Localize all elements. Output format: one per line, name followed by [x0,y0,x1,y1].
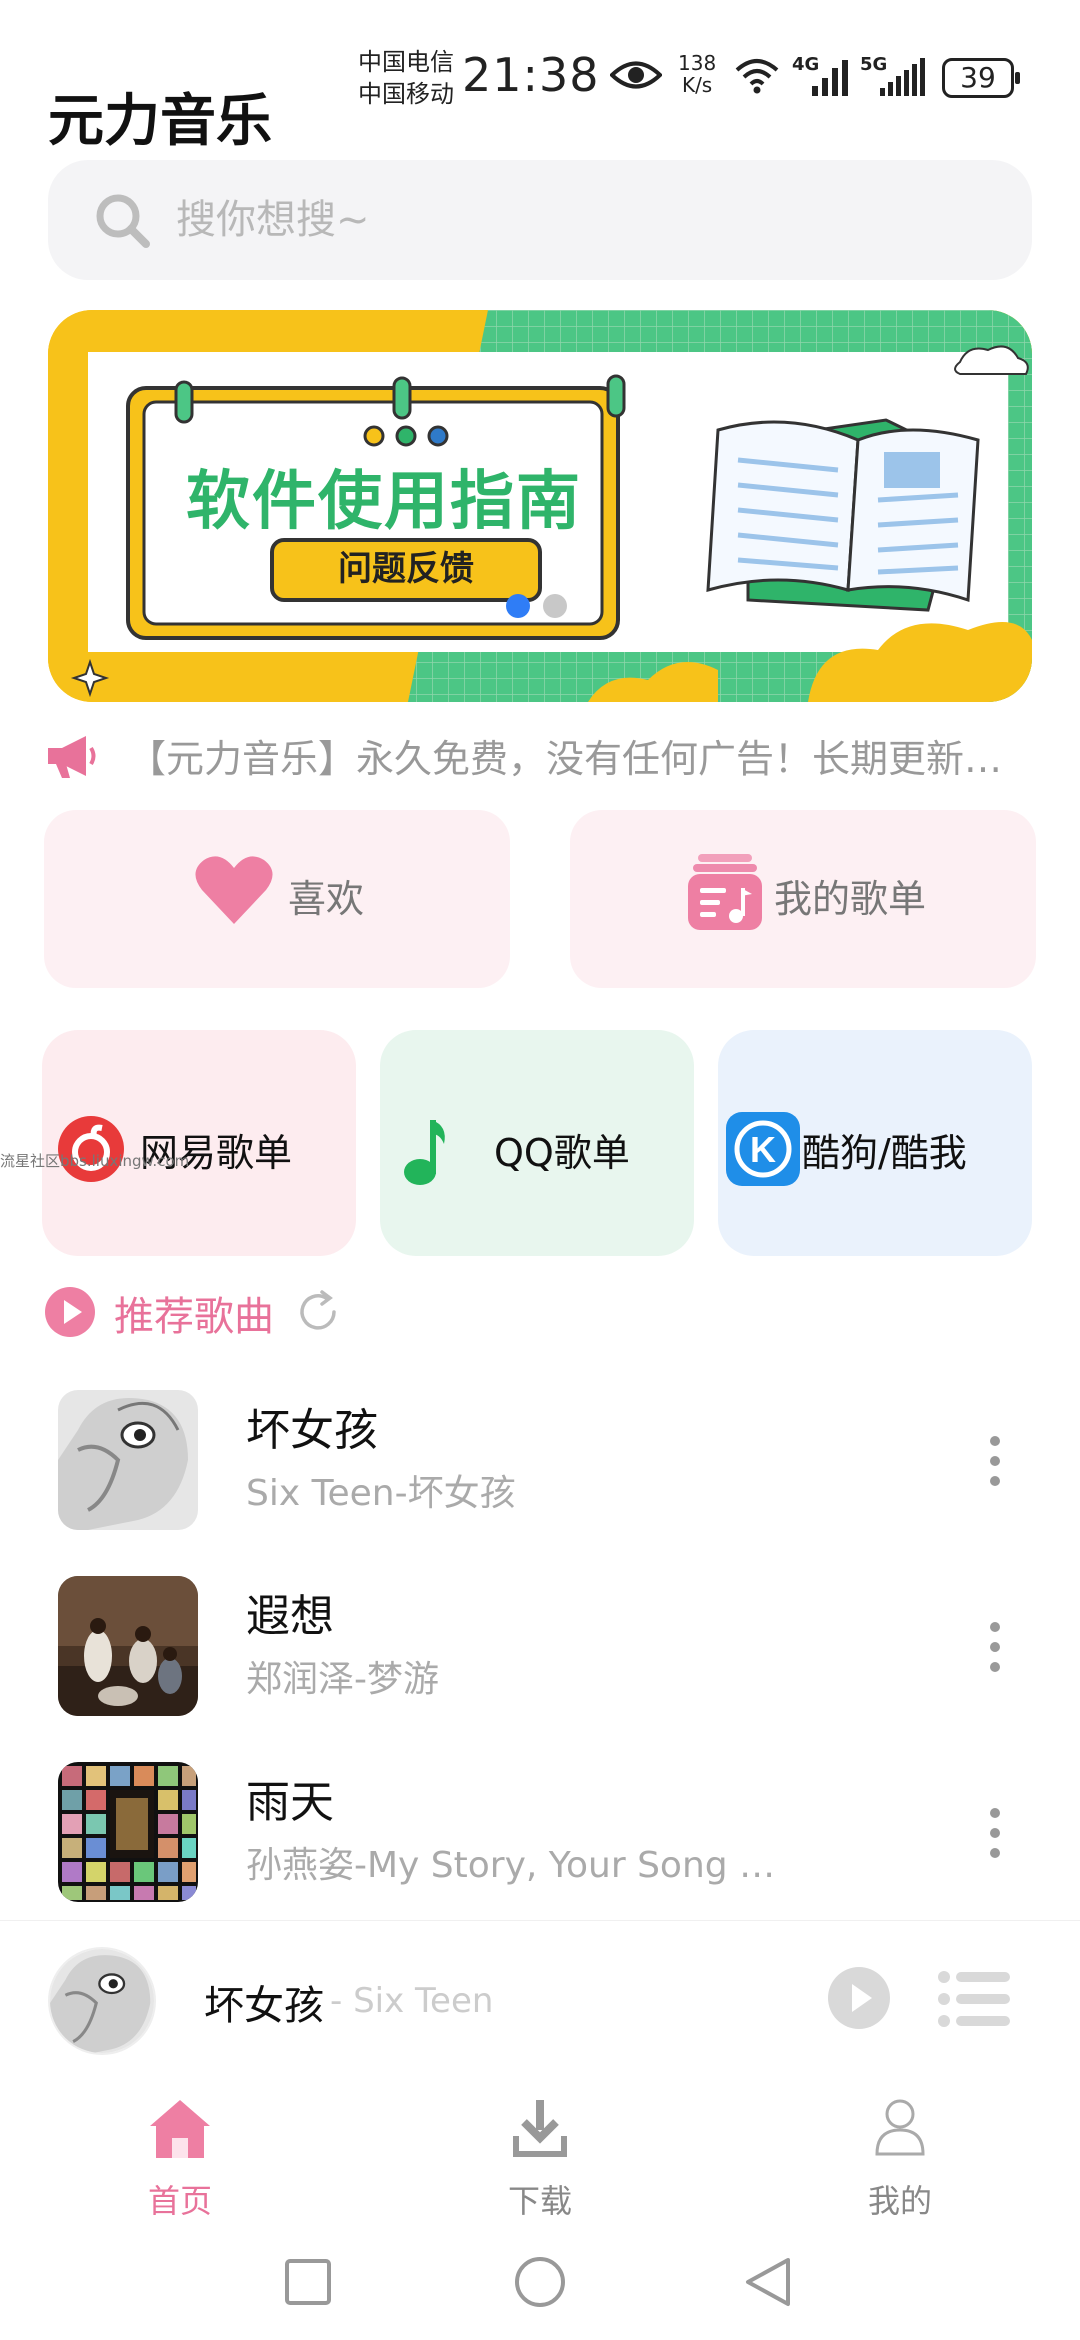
kugou-playlist-card[interactable]: K 酷狗/酷我 [718,1030,1032,1256]
signal-5g-icon: 5G [860,54,930,98]
tab-home[interactable]: 首页 [80,2080,280,2230]
user-icon [875,2099,925,2156]
network-speed: 138 K/s [678,51,717,97]
bottom-tab-bar: 首页 下载 我的 [0,2080,1080,2230]
more-options-icon[interactable] [980,1802,1010,1872]
signal-4g-icon: 4G [792,54,852,98]
song-cover [58,1762,198,1902]
qq-label: QQ歌单 [494,1131,630,1175]
favorites-label: 喜欢 [288,877,365,921]
battery-indicator: 39 [942,58,1020,98]
carrier-labels: 中国电信 中国移动 [358,46,454,110]
my-playlist-card[interactable]: 我的歌单 [570,810,1036,988]
notice-text: 【元力音乐】永久免费，没有任何广告！长期更新维护 [128,737,1034,781]
song-list-item[interactable]: 坏女孩 Six Teen-坏女孩 [0,1390,1080,1540]
banner-pagination [506,594,575,622]
pagination-dot-active [506,594,530,618]
recent-apps-icon[interactable] [284,2258,332,2306]
kugou-logo-icon: K [726,1112,800,1186]
netease-playlist-card[interactable]: 网易歌单 流星社区bbs.liuxingw.com [0,1030,356,1256]
refresh-icon[interactable] [296,1290,340,1334]
notice-bar[interactable]: 【元力音乐】永久免费，没有任何广告！长期更新维护 [44,728,1034,784]
banner-title: 软件使用指南 [186,465,582,539]
now-playing-artist: - Six Teen [330,1981,494,2021]
search-input[interactable] [176,184,996,256]
now-playing-cover [48,1947,156,2055]
song-cover [58,1576,198,1716]
system-navigation-bar [0,2240,1080,2340]
home-icon [150,2100,210,2158]
kugou-label: 酷狗/酷我 [802,1131,967,1175]
song-cover [58,1390,198,1530]
more-options-icon[interactable] [980,1616,1010,1686]
song-title: 坏女孩 [246,1405,378,1456]
play-circle-icon [45,1287,95,1337]
eye-icon [610,61,662,89]
banner-carousel[interactable]: 软件使用指南 问题反馈 [48,310,1032,702]
more-options-icon[interactable] [980,1430,1010,1500]
song-subtitle: 郑润泽-梦游 [246,1659,439,1700]
download-icon [513,2100,567,2157]
tab-profile[interactable]: 我的 [800,2080,1000,2230]
search-bar[interactable] [48,160,1032,280]
play-button[interactable] [826,1965,892,2031]
search-icon [96,194,150,248]
song-list-item[interactable]: 遐想 郑润泽-梦游 [0,1576,1080,1726]
song-list-item[interactable]: 雨天 孙燕姿-My Story, Your Song 经典全纪录 [0,1762,1080,1912]
favorites-card[interactable]: 喜欢 [44,810,510,988]
recommend-title: 推荐歌曲 [114,1294,274,1340]
megaphone-icon [48,736,96,778]
my-playlist-label: 我的歌单 [774,877,927,921]
qq-playlist-card[interactable]: QQ歌单 [380,1030,694,1256]
pagination-dot [543,594,568,618]
status-time: 21:38 [462,48,600,102]
home-nav-icon[interactable] [514,2256,566,2308]
playlist-icon [688,854,762,930]
song-subtitle: Six Teen-坏女孩 [246,1473,516,1514]
heart-icon [195,856,273,924]
recommend-header: 推荐歌曲 [44,1282,444,1342]
song-title: 雨天 [246,1777,334,1828]
wifi-icon [735,59,779,94]
netease-logo-icon [58,1116,124,1182]
watermark: 流星社区bbs.liuxingw.com [0,1152,190,1170]
qq-music-note-icon [404,1120,445,1185]
mini-player[interactable]: 坏女孩 - Six Teen [0,1920,1080,2070]
feedback-button[interactable]: 问题反馈 [270,538,542,602]
tab-download-label: 下载 [507,2182,572,2220]
app-title: 元力音乐 [48,89,272,154]
song-subtitle: 孙燕姿-My Story, Your Song 经典全纪录 [246,1845,806,1886]
carrier-1: 中国电信 [358,48,454,76]
tab-profile-label: 我的 [867,2182,932,2220]
playlist-queue-icon[interactable] [938,1969,1010,2029]
song-title: 遐想 [246,1591,334,1642]
tab-download[interactable]: 下载 [440,2080,640,2230]
now-playing-title: 坏女孩 [204,1983,324,2029]
svg-text:K: K [750,1129,776,1170]
back-nav-icon[interactable] [744,2256,792,2308]
tab-home-label: 首页 [147,2182,212,2220]
carrier-2: 中国移动 [358,80,454,108]
